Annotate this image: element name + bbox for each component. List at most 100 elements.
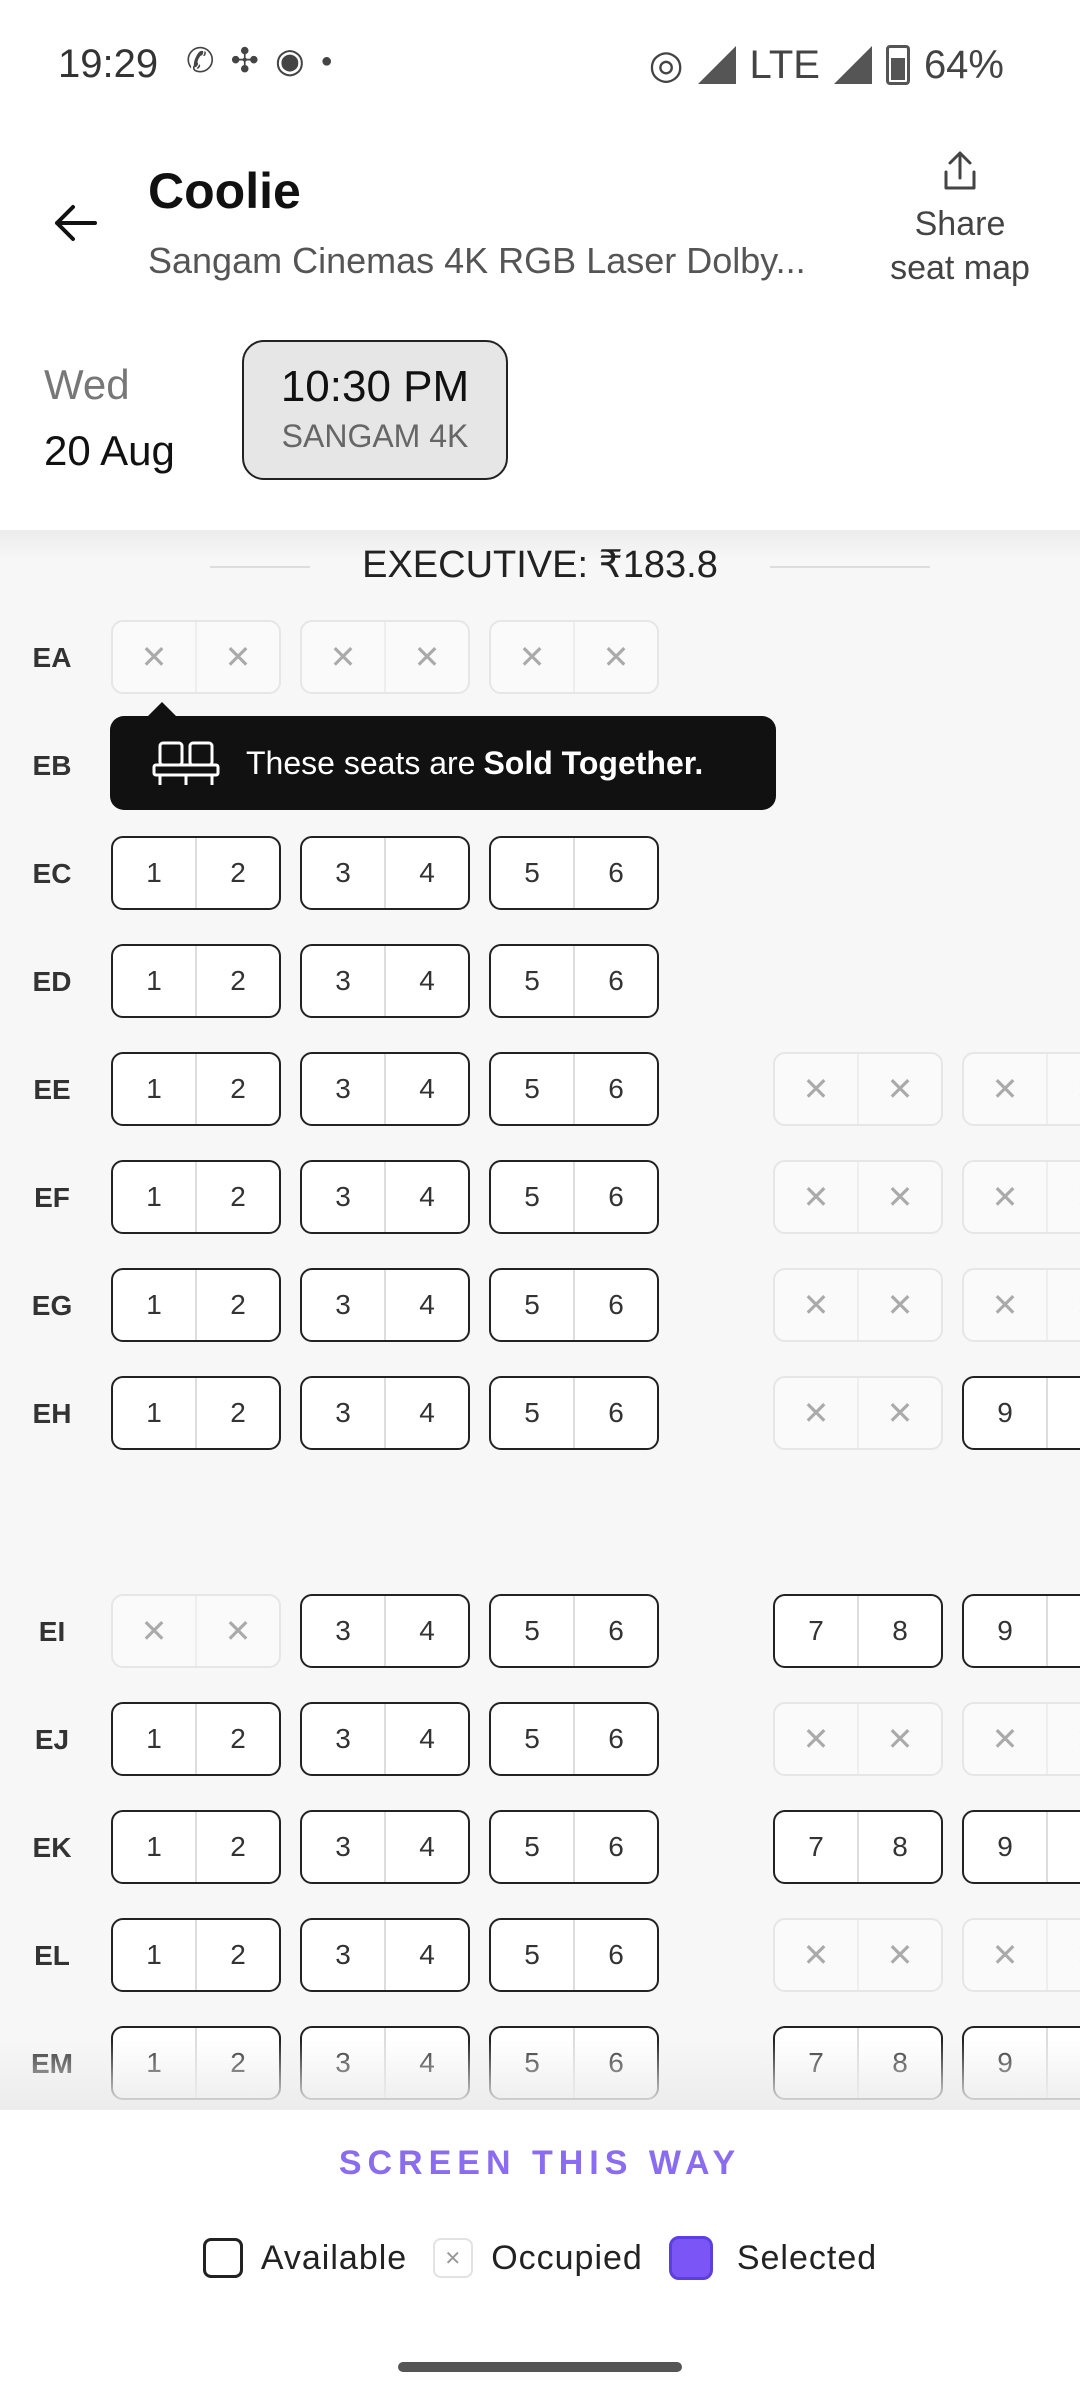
seat-ef-6[interactable]: 6 — [573, 1162, 657, 1232]
seat-group-em-r2[interactable]: 91 — [962, 2026, 1080, 2100]
seat-group-ek-l2[interactable]: 34 — [300, 1810, 470, 1884]
seat-el-5[interactable]: 5 — [491, 1920, 573, 1990]
seat-ek-6[interactable]: 6 — [573, 1812, 657, 1882]
seat-ef-4[interactable]: 4 — [384, 1162, 468, 1232]
seat-ek-1[interactable]: 1 — [113, 1812, 195, 1882]
seat-group-ee-l2[interactable]: 34 — [300, 1052, 470, 1126]
seat-group-eh-l1[interactable]: 12 — [111, 1376, 281, 1450]
seat-group-eg-l2[interactable]: 34 — [300, 1268, 470, 1342]
seat-group-ec-l3[interactable]: 56 — [489, 836, 659, 910]
seat-ee-1[interactable]: 1 — [113, 1054, 195, 1124]
seat-el-1[interactable]: 1 — [113, 1920, 195, 1990]
seat-group-ei-r1[interactable]: 78 — [773, 1594, 943, 1668]
seat-group-ek-r2[interactable]: 91 — [962, 1810, 1080, 1884]
seat-ek-9[interactable]: 9 — [964, 1812, 1046, 1882]
seat-ed-2[interactable]: 2 — [195, 946, 279, 1016]
seat-group-em-l2[interactable]: 34 — [300, 2026, 470, 2100]
seat-eg-3[interactable]: 3 — [302, 1270, 384, 1340]
seat-el-6[interactable]: 6 — [573, 1920, 657, 1990]
seat-eg-1[interactable]: 1 — [113, 1270, 195, 1340]
seat-ej-2[interactable]: 2 — [195, 1704, 279, 1774]
seat-eg-5[interactable]: 5 — [491, 1270, 573, 1340]
seat-ec-6[interactable]: 6 — [573, 838, 657, 908]
seat-ef-2[interactable]: 2 — [195, 1162, 279, 1232]
seat-em-8[interactable]: 8 — [857, 2028, 941, 2098]
seat-eh-5[interactable]: 5 — [491, 1378, 573, 1448]
seat-group-ed-l3[interactable]: 56 — [489, 944, 659, 1018]
seat-el-3[interactable]: 3 — [302, 1920, 384, 1990]
seat-eh-3[interactable]: 3 — [302, 1378, 384, 1448]
seat-ek-2[interactable]: 2 — [195, 1812, 279, 1882]
seat-group-ek-r1[interactable]: 78 — [773, 1810, 943, 1884]
seat-group-el-l1[interactable]: 12 — [111, 1918, 281, 1992]
seat-group-el-l3[interactable]: 56 — [489, 1918, 659, 1992]
seat-ei-5[interactable]: 5 — [491, 1596, 573, 1666]
seat-group-ec-l2[interactable]: 34 — [300, 836, 470, 910]
seat-ek-1[interactable]: 1 — [1046, 1812, 1080, 1882]
seat-eh-4[interactable]: 4 — [384, 1378, 468, 1448]
seat-ec-5[interactable]: 5 — [491, 838, 573, 908]
seat-ed-3[interactable]: 3 — [302, 946, 384, 1016]
seat-ee-3[interactable]: 3 — [302, 1054, 384, 1124]
seat-ej-1[interactable]: 1 — [113, 1704, 195, 1774]
seat-em-1[interactable]: 1 — [1046, 2028, 1080, 2098]
seat-eh-9[interactable]: 9 — [964, 1378, 1046, 1448]
seat-ek-5[interactable]: 5 — [491, 1812, 573, 1882]
seat-group-ek-l3[interactable]: 56 — [489, 1810, 659, 1884]
seat-ei-6[interactable]: 6 — [573, 1596, 657, 1666]
seat-em-6[interactable]: 6 — [573, 2028, 657, 2098]
seat-el-2[interactable]: 2 — [195, 1920, 279, 1990]
seat-group-eh-r2[interactable]: 91 — [962, 1376, 1080, 1450]
seat-ej-4[interactable]: 4 — [384, 1704, 468, 1774]
seat-ek-3[interactable]: 3 — [302, 1812, 384, 1882]
seat-ek-7[interactable]: 7 — [775, 1812, 857, 1882]
seat-em-3[interactable]: 3 — [302, 2028, 384, 2098]
seat-ej-3[interactable]: 3 — [302, 1704, 384, 1774]
seat-ei-8[interactable]: 8 — [857, 1596, 941, 1666]
seat-ed-6[interactable]: 6 — [573, 946, 657, 1016]
seat-group-em-l1[interactable]: 12 — [111, 2026, 281, 2100]
seat-group-ei-l2[interactable]: 34 — [300, 1594, 470, 1668]
seat-ek-4[interactable]: 4 — [384, 1812, 468, 1882]
seat-em-1[interactable]: 1 — [113, 2028, 195, 2098]
seat-eg-2[interactable]: 2 — [195, 1270, 279, 1340]
seat-em-2[interactable]: 2 — [195, 2028, 279, 2098]
seat-em-5[interactable]: 5 — [491, 2028, 573, 2098]
seat-group-em-r1[interactable]: 78 — [773, 2026, 943, 2100]
seat-group-el-l2[interactable]: 34 — [300, 1918, 470, 1992]
seat-em-4[interactable]: 4 — [384, 2028, 468, 2098]
share-seat-map-button[interactable]: Share seat map — [860, 150, 1060, 290]
seat-ej-5[interactable]: 5 — [491, 1704, 573, 1774]
seat-eh-6[interactable]: 6 — [573, 1378, 657, 1448]
seat-em-9[interactable]: 9 — [964, 2028, 1046, 2098]
seat-group-ef-l1[interactable]: 12 — [111, 1160, 281, 1234]
seat-group-ej-l1[interactable]: 12 — [111, 1702, 281, 1776]
seat-group-ee-l1[interactable]: 12 — [111, 1052, 281, 1126]
seat-group-ed-l2[interactable]: 34 — [300, 944, 470, 1018]
seat-ei-7[interactable]: 7 — [775, 1596, 857, 1666]
seat-ee-5[interactable]: 5 — [491, 1054, 573, 1124]
seat-ee-4[interactable]: 4 — [384, 1054, 468, 1124]
seat-el-4[interactable]: 4 — [384, 1920, 468, 1990]
seat-group-ec-l1[interactable]: 12 — [111, 836, 281, 910]
seat-group-ef-l2[interactable]: 34 — [300, 1160, 470, 1234]
seat-ec-1[interactable]: 1 — [113, 838, 195, 908]
seat-map[interactable]: EXECUTIVE: ₹183.8 These seats are Sold T… — [0, 530, 1080, 2110]
seat-ec-4[interactable]: 4 — [384, 838, 468, 908]
seat-group-ej-l2[interactable]: 34 — [300, 1702, 470, 1776]
seat-ef-3[interactable]: 3 — [302, 1162, 384, 1232]
seat-ei-9[interactable]: 9 — [964, 1596, 1046, 1666]
seat-ed-4[interactable]: 4 — [384, 946, 468, 1016]
seat-ec-3[interactable]: 3 — [302, 838, 384, 908]
seat-group-ed-l1[interactable]: 12 — [111, 944, 281, 1018]
seat-ej-6[interactable]: 6 — [573, 1704, 657, 1774]
seat-group-eh-l2[interactable]: 34 — [300, 1376, 470, 1450]
seat-ef-1[interactable]: 1 — [113, 1162, 195, 1232]
seat-group-ee-l3[interactable]: 56 — [489, 1052, 659, 1126]
home-indicator[interactable] — [398, 2362, 682, 2372]
seat-ei-1[interactable]: 1 — [1046, 1596, 1080, 1666]
seat-group-ei-l3[interactable]: 56 — [489, 1594, 659, 1668]
seat-eh-1[interactable]: 1 — [113, 1378, 195, 1448]
seat-ek-8[interactable]: 8 — [857, 1812, 941, 1882]
seat-group-ej-l3[interactable]: 56 — [489, 1702, 659, 1776]
